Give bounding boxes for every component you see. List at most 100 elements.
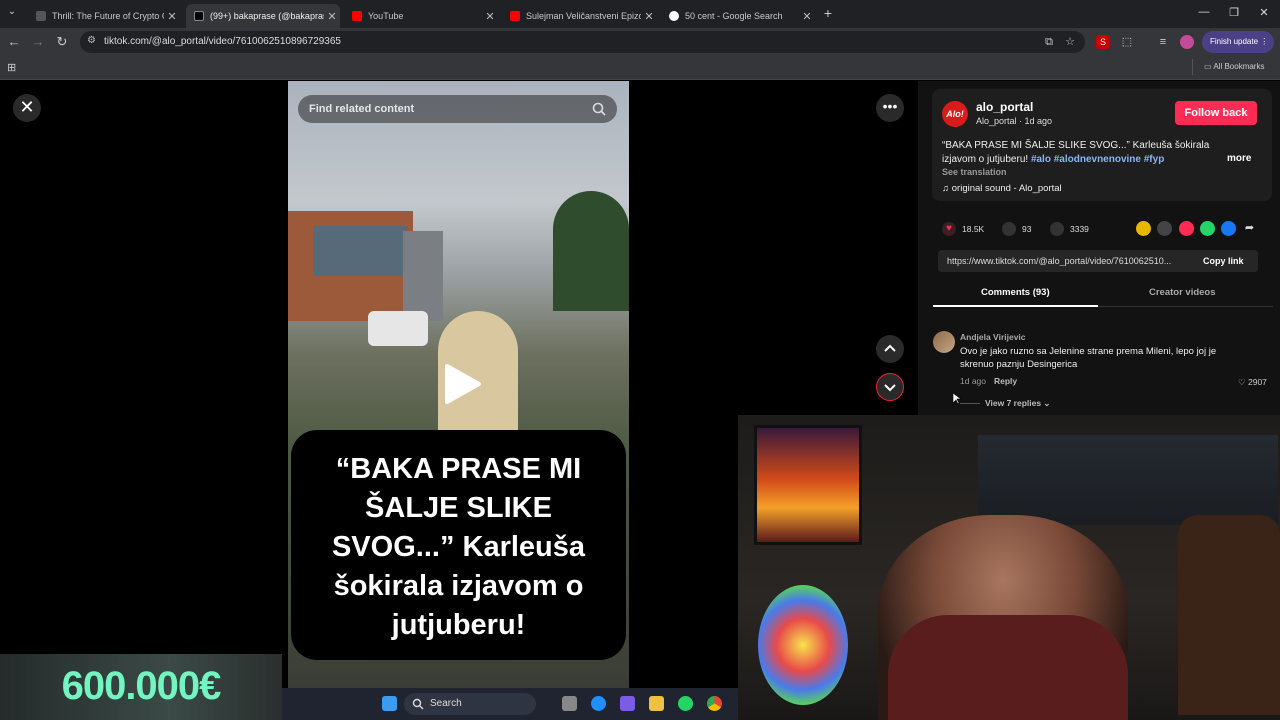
post-description: “BAKA PRASE MI ŠALJE SLIKE SVOG...” Karl…: [942, 139, 1212, 167]
commenter-avatar[interactable]: [933, 331, 955, 353]
gaming-chair: [1178, 515, 1280, 715]
bookmarks-bar: ⊞ ▭ All Bookmarks: [0, 56, 1280, 80]
close-tab-icon[interactable]: ✕: [799, 10, 815, 23]
apps-grid-icon[interactable]: ⊞: [7, 61, 16, 74]
video-caption-text: “BAKA PRASE MI ŠALJE SLIKE SVOG...” Karl…: [331, 453, 586, 641]
search-icon[interactable]: [591, 101, 607, 117]
tab-creator-videos[interactable]: Creator videos: [1149, 287, 1216, 298]
more-link[interactable]: more: [1227, 153, 1251, 164]
video-player[interactable]: Find related content “BAKA PRASE MI ŠALJ…: [288, 81, 629, 689]
background-windows: [313, 226, 408, 276]
close-video-button[interactable]: ✕: [13, 94, 41, 122]
next-video-button[interactable]: [876, 373, 904, 401]
address-bar[interactable]: ⚙ tiktok.com/@alo_portal/video/761006251…: [80, 31, 1085, 53]
task-view-icon[interactable]: [562, 696, 577, 711]
tab-search-icon[interactable]: ⌄: [4, 6, 20, 17]
view-replies-button[interactable]: View 7 replies ⌄: [985, 398, 1051, 409]
comment-icon: [1002, 222, 1016, 236]
creator-username[interactable]: alo_portal: [976, 100, 1033, 114]
share-arrow-icon[interactable]: ➦: [1242, 221, 1257, 236]
tab-title: 50 cent - Google Search: [685, 11, 783, 21]
file-explorer-icon[interactable]: [649, 696, 664, 711]
browser-tab-2[interactable]: (99+) bakaprase (@bakaprase) | TikTok ✕: [186, 4, 340, 28]
close-tab-icon[interactable]: ✕: [482, 10, 498, 23]
extension-icon[interactable]: S: [1096, 35, 1110, 49]
embed-icon[interactable]: [1157, 221, 1172, 236]
tab-comments[interactable]: Comments (93): [981, 287, 1050, 298]
finish-update-button[interactable]: Finish update ⋮: [1202, 31, 1274, 53]
reload-icon[interactable]: ↻: [54, 34, 70, 50]
comment-count: 93: [1022, 224, 1032, 234]
browser-tab-4[interactable]: Sulejman Veličanstveni Epizoda ✕: [502, 4, 657, 28]
url-text: tiktok.com/@alo_portal/video/76100625108…: [104, 36, 341, 47]
browser-tab-strip: ⌄ Thrill: The Future of Crypto Casino ✕ …: [0, 0, 1280, 28]
comment-like-count: 2907: [1247, 377, 1267, 387]
chrome-taskbar-icon[interactable]: [707, 696, 722, 711]
follow-back-button[interactable]: Follow back: [1175, 101, 1257, 125]
extensions-puzzle-icon[interactable]: ⬚: [1120, 35, 1134, 49]
browser-tab-5[interactable]: 50 cent - Google Search ✕: [661, 4, 815, 28]
install-app-icon[interactable]: ⧉: [1042, 35, 1056, 49]
restore-icon[interactable]: ❐: [1224, 6, 1244, 19]
save-stat[interactable]: 3339: [1050, 222, 1089, 236]
video-link-text: https://www.tiktok.com/@alo_portal/video…: [947, 256, 1172, 266]
close-tab-icon[interactable]: ✕: [164, 10, 180, 23]
thrill-favicon-icon: [36, 11, 46, 21]
like-stat[interactable]: ♥ 18.5K: [942, 222, 984, 236]
comment-like-button[interactable]: ♡ 2907: [1238, 377, 1267, 388]
tab-title: (99+) bakaprase (@bakaprase) | TikTok: [210, 11, 324, 21]
close-window-icon[interactable]: ✕: [1254, 6, 1274, 19]
post-info-card: Alo! alo_portal Alo_portal · 1d ago Foll…: [932, 89, 1272, 201]
heart-icon: ♥: [942, 222, 956, 236]
windows-taskbar: Search: [282, 688, 738, 720]
commenter-name[interactable]: Andjela Virijevic: [960, 332, 1026, 342]
webcam-overlay: [738, 415, 1280, 720]
like-count: 18.5K: [962, 224, 985, 234]
profile-avatar-icon[interactable]: [1180, 35, 1194, 49]
play-icon[interactable]: [443, 362, 483, 406]
more-options-button[interactable]: •••: [876, 94, 904, 122]
tab-search-list-icon[interactable]: ≡: [1156, 35, 1170, 49]
creator-avatar[interactable]: Alo!: [942, 101, 968, 127]
all-bookmarks-label: All Bookmarks: [1213, 62, 1265, 71]
edge-icon[interactable]: [591, 696, 606, 711]
comment-stat[interactable]: 93: [1002, 222, 1031, 236]
close-tab-icon[interactable]: ✕: [324, 10, 340, 23]
facebook-icon[interactable]: [1221, 221, 1236, 236]
see-translation-link[interactable]: See translation: [942, 167, 1007, 177]
replies-divider: [960, 403, 980, 404]
forward-icon[interactable]: →: [30, 34, 46, 49]
reply-button[interactable]: Reply: [994, 376, 1017, 386]
hashtags[interactable]: #alo #alodnevnenovine #fyp: [1031, 154, 1164, 165]
search-placeholder: Find related content: [309, 103, 415, 115]
site-info-icon[interactable]: ⚙: [87, 35, 96, 46]
whatsapp-icon[interactable]: [1200, 221, 1215, 236]
finish-update-label: Finish update: [1210, 37, 1259, 46]
youtube-favicon-icon: [510, 11, 520, 21]
streamer-shirt: [888, 615, 1128, 720]
browser-tab-3[interactable]: YouTube ✕: [344, 4, 498, 28]
previous-video-button[interactable]: [876, 335, 904, 363]
tiktok-favicon-icon: [194, 11, 204, 21]
windows-start-icon[interactable]: [382, 696, 397, 711]
send-to-friends-icon[interactable]: [1179, 221, 1194, 236]
copy-link-button[interactable]: Copy link: [1203, 256, 1244, 266]
copilot-icon[interactable]: [620, 696, 635, 711]
bookmark-star-icon[interactable]: ☆: [1063, 35, 1077, 49]
youtube-favicon-icon: [352, 11, 362, 21]
sound-link[interactable]: ♫ original sound - Alo_portal: [942, 183, 1062, 194]
active-tab-indicator: [933, 305, 1098, 307]
all-bookmarks-button[interactable]: ▭ All Bookmarks: [1204, 62, 1264, 71]
minimize-icon[interactable]: —: [1194, 6, 1214, 18]
video-search-box[interactable]: Find related content: [298, 95, 617, 123]
taskbar-search[interactable]: Search: [404, 693, 536, 715]
video-caption-card: “BAKA PRASE MI ŠALJE SLIKE SVOG...” Karl…: [291, 430, 626, 660]
tree: [553, 191, 629, 311]
whatsapp-taskbar-icon[interactable]: [678, 696, 693, 711]
sign-pole: [403, 231, 443, 321]
browser-tab-1[interactable]: Thrill: The Future of Crypto Casino ✕: [28, 4, 180, 28]
close-tab-icon[interactable]: ✕: [641, 10, 657, 23]
coin-share-icon[interactable]: [1136, 221, 1151, 236]
back-icon[interactable]: ←: [6, 34, 22, 49]
new-tab-icon[interactable]: +: [820, 5, 836, 21]
